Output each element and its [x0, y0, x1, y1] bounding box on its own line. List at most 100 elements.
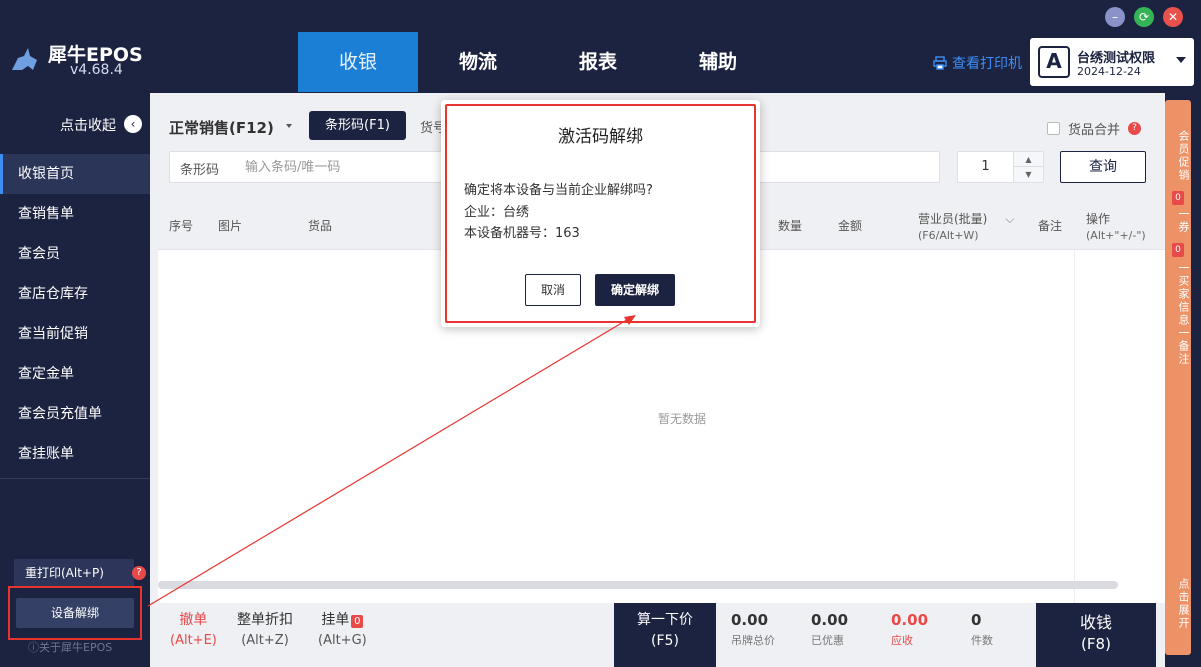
sidebar-item-members[interactable]: 查会员 [0, 234, 150, 274]
view-printer-link[interactable]: 查看打印机 [933, 53, 1022, 73]
cancel-order-button[interactable]: 撤单 (Alt+E) [170, 609, 217, 648]
total-label: 应收 [891, 634, 913, 647]
minimize-icon[interactable]: – [1105, 7, 1125, 27]
cancel-order-shortcut: (Alt+E) [170, 633, 217, 648]
collect-payment-button[interactable]: 收钱 (F8) [1036, 603, 1156, 667]
sidebar-collapse[interactable]: 点击收起 ‹ [0, 103, 150, 143]
rhino-logo-icon [12, 48, 37, 70]
sidebar-item-credit[interactable]: 查挂账单 [0, 434, 150, 474]
col-remark: 备注 [1038, 219, 1063, 233]
total-label: 吊牌总价 [731, 634, 775, 647]
increment-icon[interactable]: ▲ [1013, 152, 1043, 167]
barcode-label: 条形码 [180, 163, 220, 178]
hold-count-badge: 0 [351, 615, 364, 628]
cancel-order-label: 撤单 [179, 612, 208, 628]
totals-summary: 0.00 吊牌总价 0.00 已优惠 0.00 应收 0 件数 [716, 603, 1036, 667]
merge-label: 货品合并 [1068, 123, 1121, 138]
total-discount: 0.00 已优惠 [796, 603, 876, 667]
column-divider [1074, 250, 1075, 603]
calculate-price-shortcut: (F5) [651, 633, 679, 649]
chevron-down-icon [286, 124, 292, 128]
close-icon[interactable]: ✕ [1163, 7, 1183, 27]
total-pieces: 0 件数 [956, 603, 1036, 667]
total-receivable: 0.00 应收 [876, 603, 956, 667]
horizontal-scrollbar[interactable] [158, 581, 1118, 589]
reprint-label: 重打印(Alt+P) [25, 566, 104, 580]
dialog-machine-number: 本设备机器号：163 [464, 226, 580, 241]
col-amount: 金额 [838, 219, 863, 233]
col-index: 序号 [169, 219, 194, 233]
empty-state: 暂无数据 [658, 412, 707, 426]
printer-icon [933, 56, 947, 70]
calculate-price-label: 算一下价 [637, 612, 693, 628]
barcode-mode-button[interactable]: 条形码(F1) [309, 111, 406, 140]
tab-reports[interactable]: 报表 [538, 32, 658, 92]
hold-order-button[interactable]: 挂单 0 (Alt+G) [318, 609, 367, 648]
app-header: 犀牛EPOS v4.68.4 收银 物流 报表 辅助 查看打印机 A 台绣测试权… [0, 0, 1201, 93]
decrement-icon[interactable]: ▼ [1013, 167, 1043, 182]
expand-label[interactable]: 点击展开 [1165, 578, 1191, 630]
confirm-unbind-button[interactable]: 确定解绑 [595, 274, 675, 306]
sidebar-item-deposits[interactable]: 查定金单 [0, 354, 150, 394]
tab-assist[interactable]: 辅助 [658, 32, 778, 92]
sidebar-item-promotions[interactable]: 查当前促销 [0, 314, 150, 354]
question-icon[interactable]: ? [1128, 122, 1142, 135]
question-icon[interactable]: ? [132, 566, 146, 580]
merge-checkbox[interactable] [1047, 122, 1060, 135]
query-button[interactable]: 查询 [1060, 151, 1146, 183]
col-operation-label: 操作 [1086, 212, 1111, 226]
chevron-left-icon[interactable]: ‹ [124, 115, 142, 133]
col-image: 图片 [218, 219, 243, 233]
main-nav: 收银 物流 报表 辅助 [298, 32, 778, 92]
reprint-button[interactable]: 重打印(Alt+P) ? [14, 559, 146, 587]
tab-logistics[interactable]: 物流 [418, 32, 538, 92]
merge-goods-option[interactable]: 货品合并 ? [1047, 119, 1142, 138]
col-goods: 货品 [308, 219, 333, 233]
sidebar-item-cashier-home[interactable]: 收银首页 [0, 154, 150, 194]
about-link[interactable]: ⓘ关于犀牛EPOS [28, 639, 112, 655]
printer-link-label: 查看打印机 [952, 56, 1022, 72]
col-operation-shortcut: (Alt+"+/-") [1086, 229, 1146, 242]
coupon-count-badge: 0 [1172, 243, 1184, 257]
col-salesman-label: 营业员(批量) [918, 212, 988, 226]
total-label: 件数 [971, 634, 993, 647]
quantity-stepper[interactable]: 1 ▲ ▼ [957, 151, 1044, 183]
col-salesman-shortcut: (F6/Alt+W) [918, 229, 979, 242]
unbind-confirm-dialog: 激活码解绑 确定将本设备与当前企业解绑吗? 企业：台绣 本设备机器号：163 取… [441, 100, 760, 327]
col-salesman[interactable]: 营业员(批量) ⌵ (F6/Alt+W) [918, 210, 1014, 242]
total-tag-price: 0.00 吊牌总价 [716, 603, 796, 667]
maximize-icon[interactable]: ⟳ [1134, 7, 1154, 27]
collect-payment-shortcut: (F8) [1081, 635, 1111, 653]
avatar: A [1038, 46, 1070, 78]
app-version: v4.68.4 [70, 62, 123, 78]
chevron-down-icon [1176, 57, 1186, 63]
coupon-label: 一券 [1177, 208, 1190, 234]
chevron-down-icon: ⌵ [1005, 212, 1015, 226]
sidebar-item-member-recharge[interactable]: 查会员充值单 [0, 394, 150, 434]
whole-discount-label: 整单折扣 [237, 612, 293, 628]
sidebar-item-sales-orders[interactable]: 查销售单 [0, 194, 150, 234]
col-quantity: 数量 [778, 219, 803, 233]
promo-count-badge: 0 [1172, 191, 1184, 205]
total-value: 0.00 [811, 611, 849, 629]
checkout-footer: 撤单 (Alt+E) 整单折扣 (Alt+Z) 挂单 0 (Alt+G) 算一下价… [150, 603, 1165, 667]
tab-cashier[interactable]: 收银 [298, 32, 418, 92]
calculate-price-button[interactable]: 算一下价 (F5) [614, 603, 716, 667]
quantity-value[interactable]: 1 [958, 159, 1013, 174]
dialog-question: 确定将本设备与当前企业解绑吗? [464, 183, 653, 198]
app-logo: 犀牛EPOS v4.68.4 [10, 38, 150, 82]
user-name: 台绣测试权限 [1077, 51, 1156, 66]
cancel-button[interactable]: 取消 [525, 274, 581, 306]
sale-mode-select[interactable]: 正常销售(F12) [169, 117, 274, 138]
total-label: 已优惠 [811, 634, 844, 647]
sidebar-item-stock[interactable]: 查店仓库存 [0, 274, 150, 314]
dialog-title: 激活码解绑 [558, 127, 643, 147]
whole-discount-button[interactable]: 整单折扣 (Alt+Z) [237, 609, 293, 648]
col-operation: 操作 (Alt+"+/-") [1086, 210, 1146, 242]
device-unbind-button[interactable]: 设备解绑 [16, 598, 134, 628]
sidebar-divider [0, 478, 150, 479]
sidebar-menu: 收银首页 查销售单 查会员 查店仓库存 查当前促销 查定金单 查会员充值单 查挂… [0, 154, 150, 474]
promo-side-panel[interactable]: 会员促销 0 一券 0 一买家信息一备注 点击展开 [1165, 100, 1191, 655]
user-account-dropdown[interactable]: A 台绣测试权限 2024-12-24 [1030, 38, 1194, 86]
total-value: 0 [971, 611, 982, 629]
